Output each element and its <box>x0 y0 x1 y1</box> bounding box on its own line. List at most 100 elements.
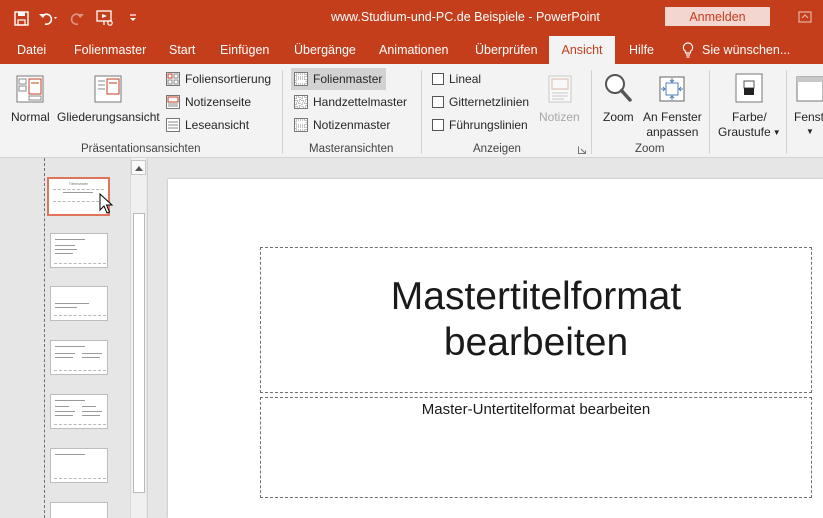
thumbnail-line <box>55 400 85 401</box>
workspace: Titelmaster Mastertitelformat bearbeiten… <box>0 158 823 518</box>
slide-master-icon <box>294 72 308 86</box>
thumbnail-line <box>55 239 85 240</box>
mouse-cursor-icon <box>99 193 113 214</box>
guides-check-box[interactable] <box>432 119 444 131</box>
group-separator <box>421 70 422 154</box>
scroll-up-icon[interactable] <box>131 160 146 175</box>
thumbnail-line <box>55 357 73 358</box>
tab-start[interactable]: Start <box>169 36 195 64</box>
thumbnail-line <box>82 415 100 416</box>
notes-master-button[interactable]: Notizenmaster <box>291 114 394 136</box>
layout-thumbnail-section[interactable] <box>50 286 108 321</box>
thumbnail-line <box>82 353 102 354</box>
tab-ansicht[interactable]: Ansicht <box>549 36 615 64</box>
gridlines-checkbox[interactable]: Gitternetzlinien <box>429 91 533 113</box>
customize-qat-icon[interactable] <box>120 6 146 30</box>
notes-page-button[interactable]: Notizenseite <box>163 91 255 113</box>
notes-page-label: Notizenseite <box>185 95 252 109</box>
handout-master-label: Handzettelmaster <box>313 95 408 109</box>
color-grayscale-label-line2: Graustufe <box>718 125 771 139</box>
group-label-master-views: Masteransichten <box>309 143 394 155</box>
slide-canvas[interactable]: Mastertitelformat bearbeiten Master-Unte… <box>168 179 823 518</box>
notes-button[interactable]: Notizen <box>539 70 580 124</box>
ruler-label: Lineal <box>449 72 482 86</box>
reading-view-icon <box>166 118 180 132</box>
window-title: www.Studium-und-PC.de Beispiele - PowerP… <box>331 10 600 24</box>
slide-sorter-button[interactable]: Foliensortierung <box>163 68 275 90</box>
tab-einfuegen[interactable]: Einfügen <box>220 36 269 64</box>
thumbnail-line <box>82 411 102 412</box>
redo-icon[interactable] <box>64 6 90 30</box>
tab-datei[interactable]: Datei <box>17 36 46 64</box>
slide-sorter-label: Foliensortierung <box>185 72 272 86</box>
slide-subtitle-text: Master-Untertitelformat bearbeiten <box>421 401 651 418</box>
ribbon-tabs: Datei Folienmaster Start Einfügen Übergä… <box>0 36 823 64</box>
show-dialog-launcher-icon[interactable] <box>578 146 586 154</box>
ribbon: Normal Gliederungsansicht Foliensortieru… <box>0 64 823 158</box>
gridlines-label: Gitternetzlinien <box>449 95 530 109</box>
window-icon <box>796 76 823 102</box>
slide-master-button[interactable]: Folienmaster <box>291 68 387 90</box>
handout-master-icon <box>294 95 308 109</box>
thumbnail-line <box>63 192 93 193</box>
gridlines-check-box[interactable] <box>432 96 444 108</box>
guides-checkbox[interactable]: Führungslinien <box>429 114 532 136</box>
thumbnail-line <box>55 249 77 250</box>
layout-thumbnail-two-content[interactable] <box>50 340 108 375</box>
signin-button[interactable]: Anmelden <box>665 7 770 26</box>
subtitle-placeholder[interactable]: Master-Untertitelformat bearbeiten <box>260 397 812 498</box>
thumbnail-line <box>55 346 85 347</box>
notes-icon <box>548 75 572 103</box>
normal-view-icon <box>16 75 44 103</box>
tab-uebergaenge[interactable]: Übergänge <box>294 36 356 64</box>
thumbnail-footer <box>54 370 106 371</box>
magnifier-icon <box>605 74 633 102</box>
master-hierarchy-line <box>44 158 45 518</box>
thumbnail-line <box>82 406 96 407</box>
dropdown-caret-icon: ▼ <box>806 127 814 136</box>
quick-access-toolbar <box>8 6 146 30</box>
layout-thumbnail-title-only[interactable] <box>50 448 108 483</box>
save-icon[interactable] <box>8 6 34 30</box>
zoom-button[interactable]: Zoom <box>603 70 634 124</box>
notes-page-icon <box>166 95 180 109</box>
outline-view-button[interactable]: Gliederungsansicht <box>57 70 160 124</box>
ruler-check-box[interactable] <box>432 73 444 85</box>
thumbnail-subtitle-box <box>53 201 104 202</box>
scrollbar-thumb[interactable] <box>133 213 145 493</box>
thumbnail-line <box>55 307 77 308</box>
color-grayscale-button[interactable]: Farbe/ Graustufe ▼ <box>718 70 781 139</box>
layout-thumbnail-blank[interactable] <box>50 502 108 518</box>
thumbnail-scrollbar[interactable] <box>130 158 146 518</box>
ruler-checkbox[interactable]: Lineal <box>429 68 485 90</box>
tab-hilfe[interactable]: Hilfe <box>629 36 654 64</box>
outline-view-icon <box>94 75 122 103</box>
thumbnail-line <box>55 454 85 455</box>
presentation-start-icon[interactable] <box>92 6 118 30</box>
normal-view-button[interactable]: Normal <box>11 70 50 124</box>
thumbnail-line <box>55 406 69 407</box>
group-separator <box>591 70 592 154</box>
ribbon-display-options-icon[interactable] <box>795 8 815 26</box>
layout-thumbnail-content[interactable] <box>50 233 108 268</box>
reading-view-button[interactable]: Leseansicht <box>163 114 253 136</box>
window-label: Fenst <box>794 110 823 124</box>
tab-ueberpruefen[interactable]: Überprüfen <box>475 36 538 64</box>
handout-master-button[interactable]: Handzettelmaster <box>291 91 411 113</box>
group-label-show: Anzeigen <box>473 143 521 155</box>
tab-folienmaster[interactable]: Folienmaster <box>74 36 146 64</box>
fit-to-window-label-line2: anpassen <box>646 125 699 139</box>
window-button[interactable]: Fenst ▼ <box>794 70 823 136</box>
title-placeholder[interactable]: Mastertitelformat bearbeiten <box>260 247 812 393</box>
layout-thumbnail-comparison[interactable] <box>50 394 108 429</box>
tab-animationen[interactable]: Animationen <box>379 36 449 64</box>
thumbnail-pane[interactable]: Titelmaster <box>0 158 148 518</box>
tell-me-box[interactable]: Sie wünschen... <box>682 36 790 64</box>
notes-master-icon <box>294 118 308 132</box>
group-separator <box>709 70 710 154</box>
color-grayscale-icon <box>735 73 763 103</box>
undo-icon[interactable] <box>36 6 62 30</box>
fit-to-window-button[interactable]: An Fenster anpassen <box>643 70 702 139</box>
outline-view-label: Gliederungsansicht <box>57 110 160 124</box>
lightbulb-icon <box>682 42 694 58</box>
